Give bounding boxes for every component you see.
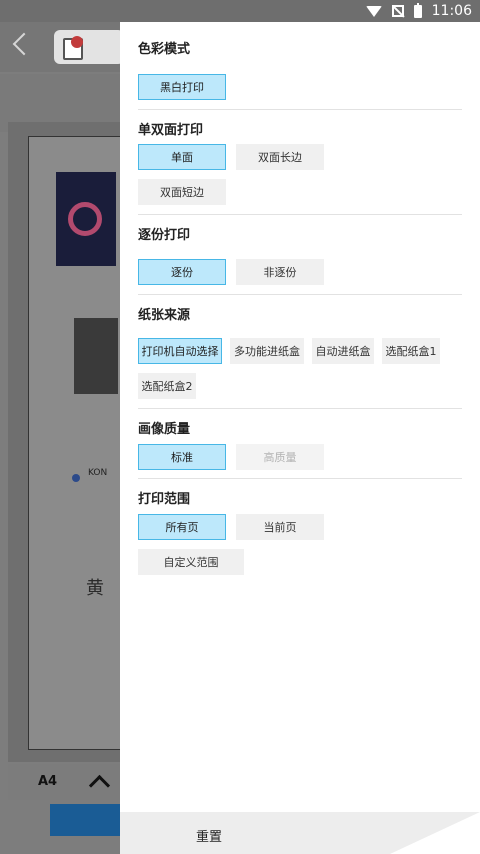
section-title-paper-source: 纸张来源 xyxy=(138,308,191,323)
option-no-collate[interactable]: 非逐份 xyxy=(236,259,324,285)
print-settings-drawer: 色彩模式 黑白打印 单双面打印 单面 双面长边 双面短边 逐份打印 逐份 非逐份… xyxy=(120,22,480,854)
option-all-pages[interactable]: 所有页 xyxy=(138,514,226,540)
section-title-collate: 逐份打印 xyxy=(138,228,191,243)
section-title-duplex: 单双面打印 xyxy=(138,123,204,138)
preview-image-device xyxy=(74,318,118,394)
option-simplex[interactable]: 单面 xyxy=(138,144,226,170)
option-duplex-long-edge[interactable]: 双面长边 xyxy=(236,144,324,170)
no-sim-icon xyxy=(391,5,404,17)
divider xyxy=(138,109,462,110)
preview-image-cover xyxy=(56,172,116,266)
divider xyxy=(138,478,462,479)
option-quality-standard[interactable]: 标准 xyxy=(138,444,226,470)
section-title-print-range: 打印范围 xyxy=(138,492,191,507)
preview-bottom-bar: A4 xyxy=(8,764,120,800)
reset-label: 重置 xyxy=(196,830,223,845)
section-title-color-mode: 色彩模式 xyxy=(138,42,191,57)
option-auto-select[interactable]: 打印机自动选择 xyxy=(138,338,222,364)
battery-icon xyxy=(413,2,422,18)
paper-size-label[interactable]: A4 xyxy=(38,774,57,789)
reset-button[interactable]: 重置 xyxy=(120,812,480,854)
section-title-image-quality: 画像质量 xyxy=(138,422,191,437)
preview-logo-text: KON xyxy=(88,468,108,478)
wifi-icon xyxy=(365,5,382,17)
status-icons: 11:06 xyxy=(365,2,472,20)
chevron-up-icon[interactable] xyxy=(88,774,111,797)
option-collate[interactable]: 逐份 xyxy=(138,259,226,285)
back-arrow-icon[interactable] xyxy=(12,32,36,56)
option-optional-tray-2[interactable]: 选配纸盒2 xyxy=(138,373,196,399)
preview-glyph: 黄 xyxy=(86,578,104,599)
document-icon xyxy=(63,36,83,60)
option-optional-tray-1[interactable]: 选配纸盒1 xyxy=(382,338,440,364)
option-mono-print[interactable]: 黑白打印 xyxy=(138,74,226,100)
corner-fold-decoration xyxy=(390,812,480,854)
option-multi-purpose-tray[interactable]: 多功能进纸盒 xyxy=(230,338,304,364)
status-bar: 11:06 xyxy=(0,0,480,22)
status-time: 11:06 xyxy=(431,3,472,19)
divider xyxy=(138,214,462,215)
divider xyxy=(138,408,462,409)
document-thumbnail[interactable] xyxy=(54,30,124,64)
option-quality-high: 高质量 xyxy=(236,444,324,470)
print-button[interactable] xyxy=(50,804,120,836)
option-auto-tray[interactable]: 自动进纸盒 xyxy=(312,338,374,364)
preview-logo-dot xyxy=(72,474,80,482)
option-duplex-short-edge[interactable]: 双面短边 xyxy=(138,179,226,205)
option-current-page[interactable]: 当前页 xyxy=(236,514,324,540)
divider xyxy=(138,294,462,295)
option-custom-range[interactable]: 自定义范围 xyxy=(138,549,244,575)
preview-area: KON 黄 xyxy=(8,122,130,762)
